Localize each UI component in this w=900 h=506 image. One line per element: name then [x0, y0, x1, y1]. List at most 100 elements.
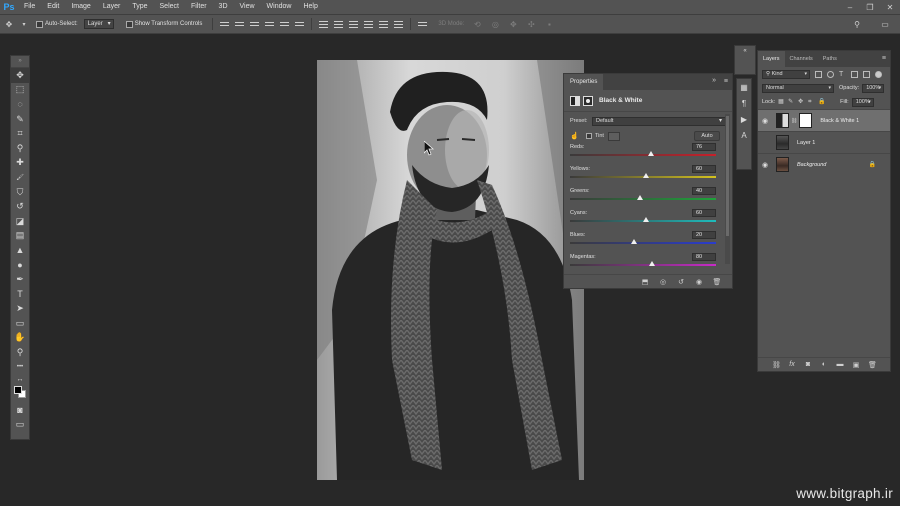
- distribute-right-icon[interactable]: [394, 20, 404, 29]
- lock-transparent-icon[interactable]: ▦: [778, 99, 785, 106]
- paragraph-panel-icon[interactable]: ¶: [737, 95, 751, 111]
- menu-edit[interactable]: Edit: [41, 0, 65, 14]
- preset-select[interactable]: Default: [592, 116, 726, 126]
- close-button[interactable]: ✕: [880, 0, 900, 14]
- filter-toggle-icon[interactable]: [875, 70, 882, 78]
- visibility-eye-icon[interactable]: ◉: [758, 117, 772, 125]
- pixel-filter-icon[interactable]: [815, 70, 822, 78]
- clip-to-layer-icon[interactable]: ⬒: [640, 278, 650, 286]
- lasso-tool-icon[interactable]: ◌: [11, 97, 29, 112]
- tab-properties[interactable]: Properties: [564, 74, 604, 90]
- eyedropper-tool-icon[interactable]: ⚲: [11, 141, 29, 156]
- shape-filter-icon[interactable]: [851, 70, 858, 78]
- path-select-tool-icon[interactable]: ➤: [11, 302, 29, 317]
- distribute-left-icon[interactable]: [364, 20, 374, 29]
- color-swatches[interactable]: [11, 384, 29, 402]
- history-panel-icon[interactable]: ▦: [737, 79, 751, 95]
- chain-link-icon[interactable]: ⛓: [791, 118, 797, 124]
- healing-brush-tool-icon[interactable]: ✚: [11, 156, 29, 171]
- more-tools-icon[interactable]: •••: [11, 360, 29, 375]
- collapse-dock-icon[interactable]: «: [735, 46, 755, 56]
- align-right-icon[interactable]: [295, 20, 305, 29]
- screen-mode-icon[interactable]: ▭: [11, 417, 29, 432]
- smart-object-filter-icon[interactable]: [863, 70, 870, 78]
- zoom-tool-icon[interactable]: ⚲: [11, 345, 29, 360]
- blend-mode-select[interactable]: Normal: [762, 83, 834, 93]
- toolbar-collapse-icon[interactable]: »: [11, 56, 29, 68]
- show-transform-checkbox[interactable]: [125, 20, 133, 28]
- menu-select[interactable]: Select: [154, 0, 185, 14]
- menu-view[interactable]: View: [234, 0, 261, 14]
- workspace-icon[interactable]: ▭: [879, 18, 891, 30]
- slider-value-input[interactable]: 20: [692, 231, 716, 239]
- align-top-icon[interactable]: [220, 20, 230, 29]
- auto-button[interactable]: Auto: [694, 131, 720, 141]
- minimize-button[interactable]: –: [840, 0, 860, 14]
- slider-thumb[interactable]: [631, 239, 638, 244]
- lock-artboard-icon[interactable]: ⌗: [808, 99, 815, 106]
- align-vcenter-icon[interactable]: [235, 20, 245, 29]
- auto-select-checkbox[interactable]: [36, 20, 43, 28]
- menu-filter[interactable]: Filter: [185, 0, 213, 14]
- gradient-tool-icon[interactable]: ▤: [11, 229, 29, 244]
- tab-layers[interactable]: Layers: [758, 51, 785, 67]
- slider-thumb[interactable]: [637, 195, 644, 200]
- auto-align-icon[interactable]: [418, 20, 428, 29]
- type-filter-icon[interactable]: T: [839, 71, 846, 78]
- 3d-rotate-icon[interactable]: ⟲: [471, 18, 483, 30]
- tint-checkbox[interactable]: [586, 133, 592, 139]
- layer-mask-thumb[interactable]: [799, 113, 813, 128]
- menu-layer[interactable]: Layer: [97, 0, 127, 14]
- menu-file[interactable]: File: [18, 0, 41, 14]
- 3d-pan-icon[interactable]: ✥: [507, 18, 519, 30]
- panel-menu-icon[interactable]: ≡: [882, 55, 886, 62]
- quick-mask-icon[interactable]: ◙: [11, 402, 29, 417]
- distribute-hcenter-icon[interactable]: [379, 20, 389, 29]
- type-tool-icon[interactable]: T: [11, 287, 29, 302]
- link-layers-icon[interactable]: ⛓: [772, 361, 781, 369]
- pen-tool-icon[interactable]: ✒: [11, 272, 29, 287]
- slider-thumb[interactable]: [642, 217, 649, 222]
- slider-value-input[interactable]: 60: [692, 209, 716, 217]
- slider-value-input[interactable]: 80: [692, 253, 716, 261]
- lock-position-icon[interactable]: ✥: [798, 99, 805, 106]
- menu-type[interactable]: Type: [126, 0, 153, 14]
- collapse-panel-icon[interactable]: »: [712, 77, 716, 84]
- distribute-bottom-icon[interactable]: [349, 20, 359, 29]
- lock-all-icon[interactable]: 🔒: [818, 99, 825, 106]
- document-canvas[interactable]: [317, 60, 584, 480]
- restore-button[interactable]: ❐: [860, 0, 880, 14]
- slider-track[interactable]: [570, 154, 716, 156]
- layer-style-icon[interactable]: fx: [788, 361, 796, 368]
- add-mask-icon[interactable]: ◙: [804, 361, 812, 368]
- search-icon[interactable]: ⚲: [851, 18, 863, 30]
- menu-help[interactable]: Help: [297, 0, 323, 14]
- 3d-slide-icon[interactable]: ✣: [525, 18, 537, 30]
- menu-3d[interactable]: 3D: [213, 0, 234, 14]
- trash-icon[interactable]: 🗑: [868, 361, 877, 369]
- opacity-input[interactable]: 100%: [862, 83, 885, 93]
- slider-track[interactable]: [570, 264, 716, 266]
- view-previous-icon[interactable]: ◎: [658, 278, 668, 286]
- brush-tool-icon[interactable]: 🖌: [11, 170, 29, 185]
- new-layer-icon[interactable]: ▣: [852, 361, 860, 369]
- adjustment-filter-icon[interactable]: [827, 70, 834, 78]
- 3d-scale-icon[interactable]: ▪: [543, 18, 555, 30]
- dodge-tool-icon[interactable]: ●: [11, 258, 29, 273]
- character-panel-icon[interactable]: A: [737, 127, 751, 143]
- blur-tool-icon[interactable]: ▲: [11, 243, 29, 258]
- tab-paths[interactable]: Paths: [818, 51, 842, 67]
- slider-thumb[interactable]: [642, 173, 649, 178]
- menu-window[interactable]: Window: [261, 0, 298, 14]
- hand-tool-icon[interactable]: ✋: [11, 331, 29, 346]
- slider-value-input[interactable]: 40: [692, 187, 716, 195]
- menu-image[interactable]: Image: [65, 0, 96, 14]
- adjustment-icon[interactable]: [570, 95, 580, 106]
- visibility-eye-icon[interactable]: ◉: [758, 161, 772, 169]
- quick-select-tool-icon[interactable]: ✎: [11, 112, 29, 127]
- slider-thumb[interactable]: [648, 261, 655, 266]
- slider-value-input[interactable]: 76: [692, 143, 716, 151]
- auto-select-target-select[interactable]: Layer: [83, 19, 114, 29]
- slider-thumb[interactable]: [647, 151, 654, 156]
- properties-scrollbar[interactable]: [725, 114, 730, 264]
